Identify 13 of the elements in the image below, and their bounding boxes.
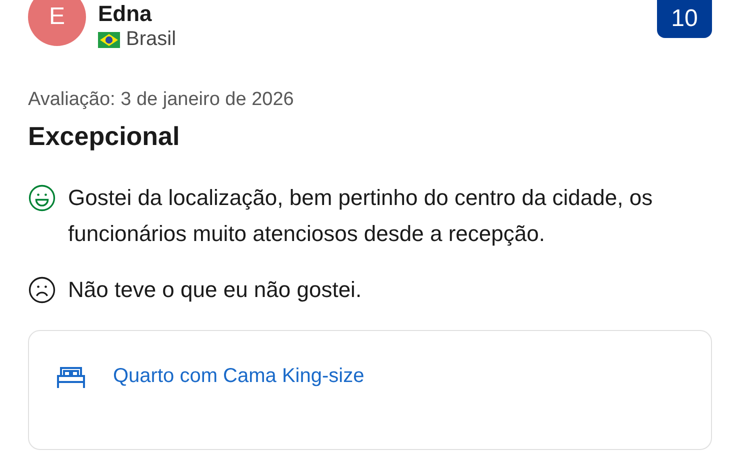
score-badge: 10 [657, 0, 712, 38]
frowning-face-icon [28, 276, 56, 304]
smiling-face-icon [28, 184, 56, 212]
avatar: E [28, 0, 86, 46]
country-name: Brasil [126, 28, 176, 51]
review-title: Excepcional [28, 121, 181, 152]
bed-icon [57, 365, 85, 389]
review-date: Avaliação: 3 de janeiro de 2026 [28, 89, 295, 111]
reviewer-name: Edna [98, 2, 153, 26]
flag-icon [98, 32, 120, 48]
review-comment: Gostei da localização, bem pertinho do centro da cidade, os funcionários muito atenciosos desde a recepção. [68, 184, 653, 248]
review-comment: Não teve o que eu não gostei. [68, 276, 362, 304]
room-link[interactable]: Quarto com Cama King-size [113, 365, 364, 388]
